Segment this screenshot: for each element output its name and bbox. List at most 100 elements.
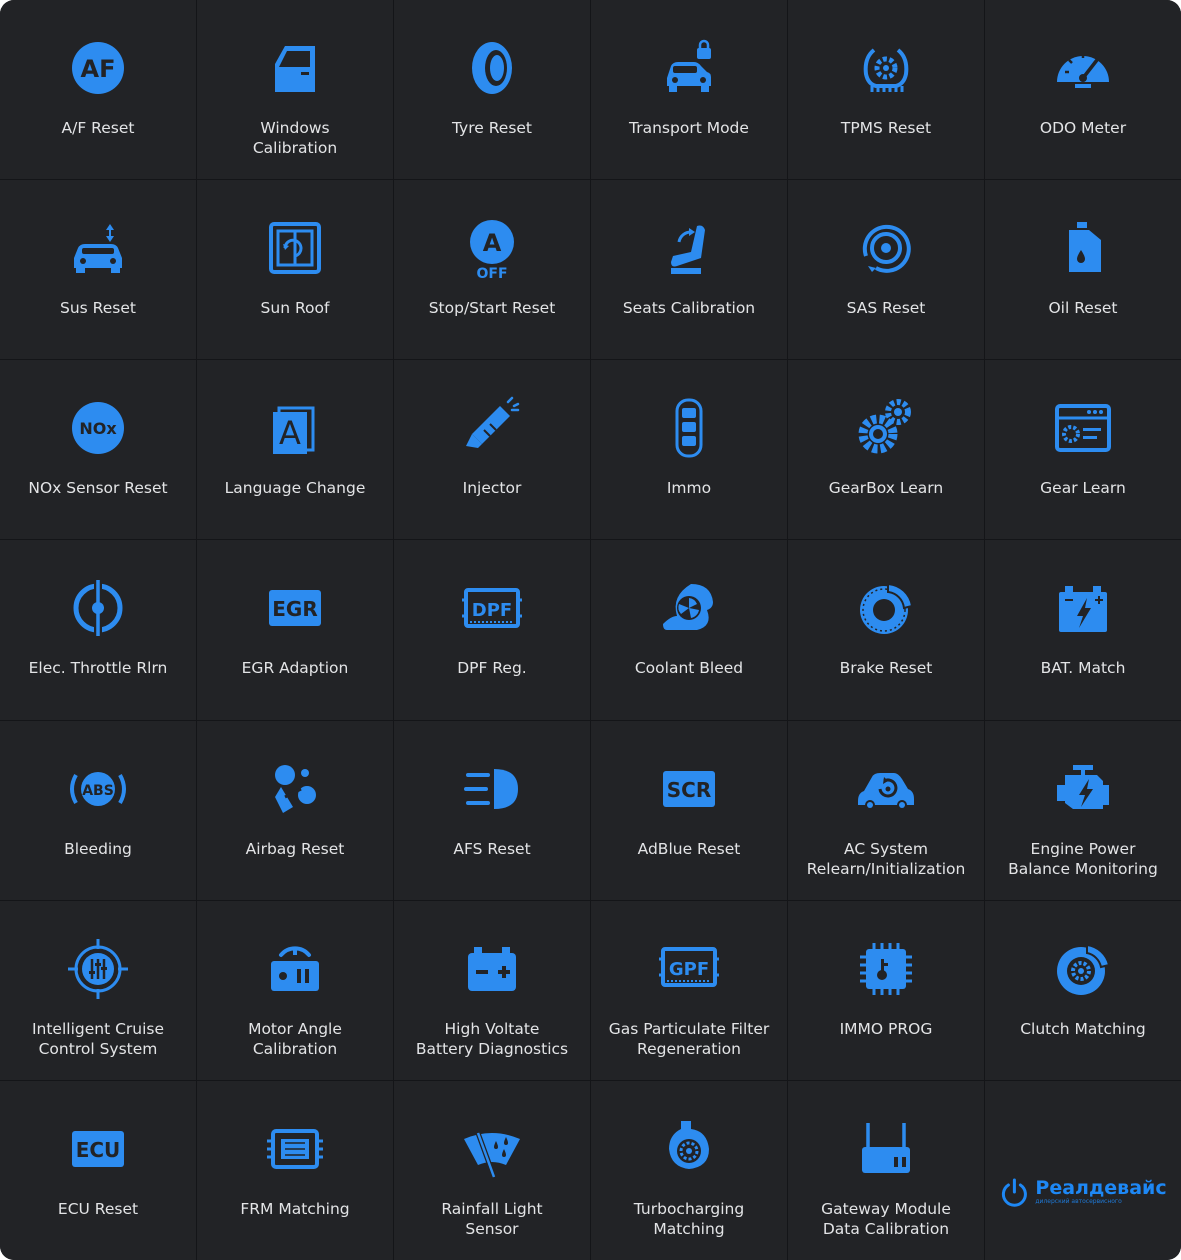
- function-tile[interactable]: Clutch Matching: [985, 900, 1181, 1080]
- brake-disc-icon: [854, 576, 918, 640]
- function-label: Injector: [462, 479, 522, 498]
- service-functions-grid: AF A/F Reset Windows Calibration Tyre Reset…: [0, 0, 1181, 1260]
- function-tile[interactable]: ABS Bleeding: [0, 720, 196, 900]
- battery-bolt-icon: [1051, 576, 1115, 640]
- chip-icon: [854, 937, 918, 1001]
- function-tile[interactable]: EGR EGR Adaption: [197, 540, 393, 720]
- svg-text:EGR: EGR: [272, 597, 317, 621]
- function-label: Immo: [666, 479, 712, 498]
- function-tile[interactable]: GearBox Learn: [788, 360, 984, 540]
- function-label: Gear Learn: [1040, 479, 1126, 498]
- function-label: Stop/Start Reset: [428, 299, 556, 318]
- clutch-icon: [1051, 937, 1115, 1001]
- function-tile[interactable]: Transport Mode: [591, 0, 787, 180]
- function-label: AFS Reset: [453, 839, 531, 858]
- gpf-icon: GPF: [657, 937, 721, 1001]
- car-suspension-icon: [66, 216, 130, 280]
- function-label: Language Change: [224, 479, 366, 498]
- function-tile[interactable]: Windows Calibration: [197, 0, 393, 180]
- function-tile[interactable]: High Voltate Battery Diagnostics: [394, 900, 590, 1080]
- function-label: ODO Meter: [1039, 119, 1127, 137]
- function-tile[interactable]: AC System Relearn/Initialization: [788, 720, 984, 900]
- function-label: ECU Reset: [57, 1199, 139, 1218]
- function-label: Sus Reset: [60, 299, 136, 318]
- function-tile[interactable]: Elec. Throttle Rlrn: [0, 540, 196, 720]
- function-tile[interactable]: NOx NOx Sensor Reset: [0, 360, 196, 540]
- car-key-icon: [657, 396, 721, 460]
- function-tile[interactable]: Intelligent Cruise Control System: [0, 900, 196, 1080]
- auto-stop-off-icon: A OFF: [460, 216, 524, 280]
- function-tile[interactable]: Engine Power Balance Monitoring: [985, 720, 1181, 900]
- ecu-icon: ECU: [66, 1117, 130, 1181]
- function-label: Oil Reset: [1048, 299, 1118, 318]
- svg-text:ECU: ECU: [76, 1138, 121, 1162]
- steering-wheel-icon: [854, 216, 918, 280]
- function-tile[interactable]: Rainfall Light Sensor: [394, 1080, 590, 1260]
- egr-icon: EGR: [263, 576, 327, 640]
- seat-icon: [657, 216, 721, 280]
- car-lock-icon: [657, 36, 721, 100]
- function-label: GearBox Learn: [828, 479, 944, 498]
- svg-text:NOx: NOx: [79, 419, 117, 438]
- function-tile[interactable]: Gear Learn: [985, 360, 1181, 540]
- function-tile[interactable]: IMMO PROG: [788, 900, 984, 1080]
- function-tile[interactable]: DPF DPF Reg.: [394, 540, 590, 720]
- function-tile[interactable]: Gateway Module Data Calibration: [788, 1080, 984, 1260]
- function-tile[interactable]: Motor Angle Calibration: [197, 900, 393, 1080]
- function-tile[interactable]: BAT. Match: [985, 540, 1181, 720]
- function-tile[interactable]: Brake Reset: [788, 540, 984, 720]
- function-tile[interactable]: Sus Reset: [0, 180, 196, 360]
- headlight-icon: [460, 757, 524, 821]
- function-label: Brake Reset: [839, 659, 933, 678]
- function-label: DPF Reg.: [457, 659, 527, 678]
- function-tile[interactable]: SCR AdBlue Reset: [591, 720, 787, 900]
- tpms-icon: [854, 36, 918, 100]
- function-tile[interactable]: Turbocharging Matching: [591, 1080, 787, 1260]
- function-label: IMMO PROG: [839, 1019, 933, 1038]
- function-tile[interactable]: Seats Calibration: [591, 180, 787, 360]
- function-label: Turbocharging Matching: [633, 1199, 745, 1238]
- function-label: BAT. Match: [1040, 659, 1126, 678]
- motor-angle-icon: [263, 937, 327, 1001]
- function-tile[interactable]: Airbag Reset: [197, 720, 393, 900]
- function-label: A/F Reset: [61, 119, 135, 137]
- function-tile[interactable]: Immo: [591, 360, 787, 540]
- function-label: Windows Calibration: [252, 119, 338, 157]
- function-tile[interactable]: FRM Matching: [197, 1080, 393, 1260]
- function-tile[interactable]: Oil Reset: [985, 180, 1181, 360]
- gateway-router-icon: [854, 1117, 918, 1181]
- function-label: Clutch Matching: [1020, 1019, 1146, 1038]
- function-label: NOx Sensor Reset: [28, 479, 168, 498]
- function-tile[interactable]: Injector: [394, 360, 590, 540]
- function-tile[interactable]: GPF Gas Particulate Filter Regeneration: [591, 900, 787, 1080]
- svg-text:ABS: ABS: [82, 783, 114, 799]
- function-label: Tyre Reset: [451, 119, 533, 137]
- function-label: FRM Matching: [240, 1199, 350, 1218]
- function-tile[interactable]: ECU ECU Reset: [0, 1080, 196, 1260]
- function-label: Rainfall Light Sensor: [441, 1199, 543, 1238]
- throttle-icon: [66, 576, 130, 640]
- function-label: Coolant Bleed: [634, 659, 744, 678]
- car-door-icon: [263, 36, 327, 100]
- svg-text:AF: AF: [81, 55, 116, 83]
- function-tile[interactable]: A OFF Stop/Start Reset: [394, 180, 590, 360]
- gears-icon: [854, 396, 918, 460]
- function-tile[interactable]: A Language Change: [197, 360, 393, 540]
- function-label: Engine Power Balance Monitoring: [1008, 839, 1158, 878]
- function-tile[interactable]: ODO Meter: [985, 0, 1181, 180]
- function-label: TPMS Reset: [840, 119, 932, 137]
- engine-icon: [1051, 757, 1115, 821]
- function-tile[interactable]: Tyre Reset: [394, 0, 590, 180]
- function-tile[interactable]: TPMS Reset: [788, 0, 984, 180]
- function-label: EGR Adaption: [241, 659, 349, 678]
- svg-text:SCR: SCR: [667, 778, 711, 802]
- function-tile[interactable]: AF A/F Reset: [0, 0, 196, 180]
- function-label: SAS Reset: [846, 299, 926, 318]
- function-label: Intelligent Cruise Control System: [31, 1019, 165, 1058]
- function-tile[interactable]: Sun Roof: [197, 180, 393, 360]
- function-tile[interactable]: AFS Reset: [394, 720, 590, 900]
- watermark-cell: Реалдевайс дилерский автосервисного: [985, 1080, 1181, 1260]
- svg-text:A: A: [483, 229, 502, 257]
- function-tile[interactable]: SAS Reset: [788, 180, 984, 360]
- function-tile[interactable]: Coolant Bleed: [591, 540, 787, 720]
